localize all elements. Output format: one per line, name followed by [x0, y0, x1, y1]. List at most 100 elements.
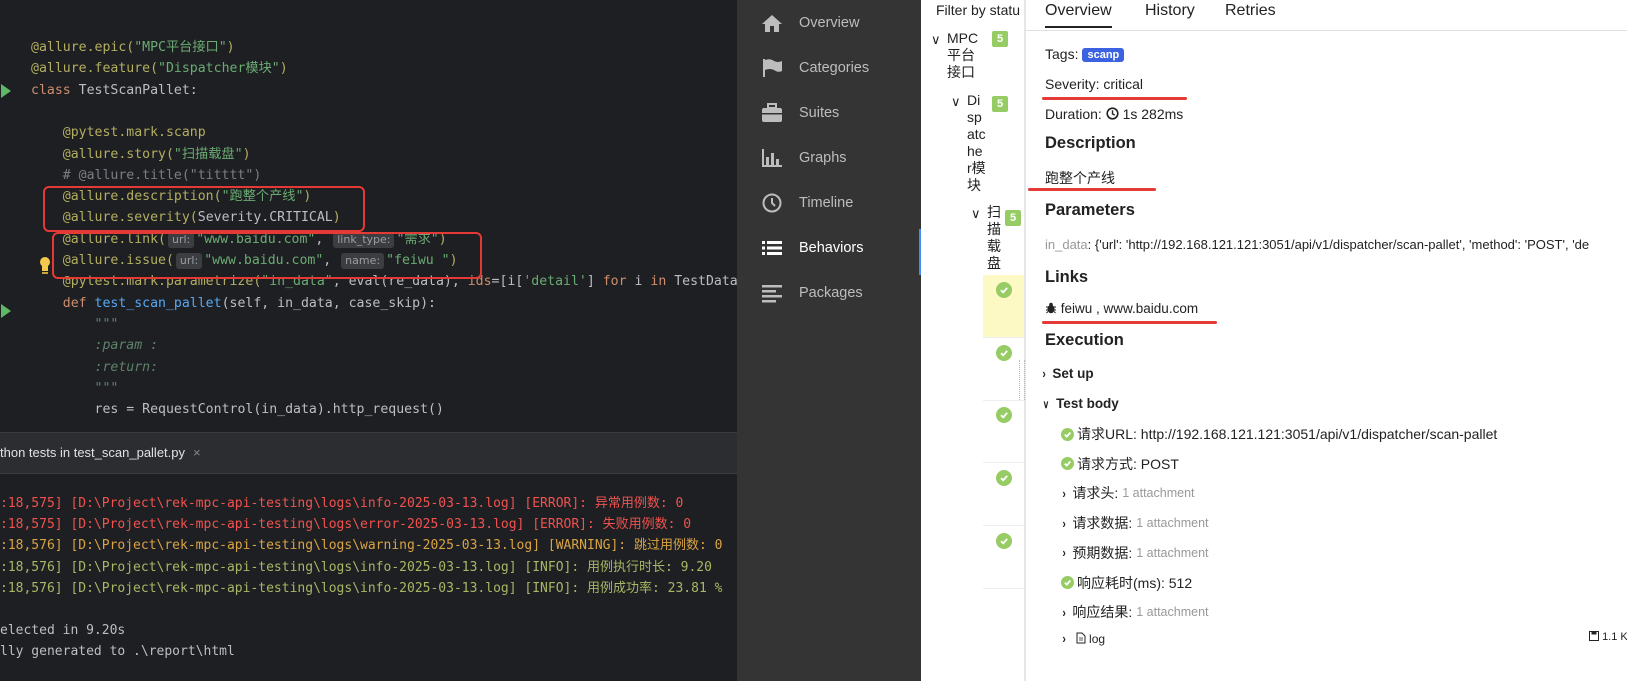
- code-token: ]: [586, 274, 603, 290]
- code-line[interactable]: @allure.feature("Dispatcher模块"): [31, 58, 288, 80]
- links-row: feiwu , www.baidu.com: [1045, 301, 1198, 316]
- step-passed[interactable]: 响应耗时(ms): 512: [1061, 573, 1192, 593]
- run-class-gutter-icon[interactable]: [1, 84, 11, 98]
- console-output[interactable]: :18,575] [D:\Project\rek-mpc-api-testing…: [0, 474, 737, 681]
- step-label: 请求URL: http://192.168.121.121:3051/api/v…: [1077, 426, 1498, 442]
- test-result-row[interactable]: [983, 275, 1024, 338]
- annotation-underline-description: [1028, 188, 1156, 191]
- step-label: 请求数据:: [1072, 515, 1133, 532]
- step-attachment[interactable]: › 请求数据: 1 attachment: [1061, 513, 1209, 533]
- tags-row: Tags: scanp: [1045, 46, 1125, 62]
- code-line[interactable]: """: [31, 378, 119, 400]
- step-passed[interactable]: 请求URL: http://192.168.121.121:3051/api/v…: [1061, 424, 1497, 444]
- chevron-down-icon[interactable]: ∨: [971, 206, 981, 222]
- status-filter[interactable]: Filter by statu: [936, 2, 1020, 18]
- save-icon: [1589, 631, 1599, 641]
- attachment-count: 1 attachment: [1136, 516, 1209, 531]
- allure-sidebar: Overview Categories Suites Graphs Timeli…: [737, 0, 921, 681]
- code-line[interactable]: @pytest.mark.scanp: [31, 122, 206, 144]
- step-attachment[interactable]: › 请求头: 1 attachment: [1061, 483, 1195, 503]
- duration-row: Duration: 1s 282ms: [1045, 106, 1183, 122]
- setup-section[interactable]: › Set up: [1041, 366, 1093, 381]
- description-text: 跑整个产线: [1045, 170, 1115, 186]
- code-token: class: [31, 82, 79, 98]
- tab-history[interactable]: History: [1145, 2, 1195, 20]
- attachment-count: 1 attachment: [1136, 605, 1209, 620]
- code-token: @allure.feature(: [31, 61, 159, 77]
- chevron-right-icon: ›: [1062, 631, 1066, 646]
- step-label: 预期数据:: [1072, 544, 1133, 561]
- nav-item-label: Categories: [799, 60, 870, 76]
- testbody-section[interactable]: ∨ Test body: [1041, 396, 1119, 411]
- code-token: TestScanPallet:: [78, 82, 198, 98]
- bar-chart-icon: [759, 146, 785, 170]
- code-token: test_scan_pallet: [94, 295, 222, 311]
- step-attachment[interactable]: › 预期数据: 1 attachment: [1061, 543, 1209, 563]
- nav-item-label: Packages: [799, 285, 863, 301]
- passed-check-icon: [996, 533, 1012, 549]
- nav-item-label: Suites: [799, 105, 840, 121]
- test-result-row[interactable]: [983, 400, 1024, 463]
- run-test-gutter-icon[interactable]: [1, 304, 11, 318]
- step-passed[interactable]: 请求方式: POST: [1061, 454, 1179, 474]
- code-line[interactable]: :return:: [31, 357, 159, 379]
- chevron-down-icon[interactable]: ∨: [951, 94, 961, 110]
- nav-item-behaviors[interactable]: Behaviors: [737, 225, 921, 271]
- chevron-right-icon: ›: [1062, 545, 1066, 561]
- code-line[interactable]: @allure.epic("MPC平台接口"): [31, 37, 235, 59]
- passed-check-icon: [996, 282, 1012, 298]
- code-line[interactable]: def test_scan_pallet(self, in_data, case…: [31, 293, 436, 315]
- align-left-icon: [759, 281, 785, 305]
- nav-item-categories[interactable]: Categories: [737, 45, 921, 91]
- code-line[interactable]: class TestScanPallet:: [31, 80, 198, 102]
- attachment-count: 1 attachment: [1136, 545, 1209, 560]
- tree-node-story[interactable]: 扫 描 载 盘: [987, 204, 1001, 272]
- code-line[interactable]: """: [31, 314, 119, 336]
- lightbulb-icon[interactable]: [38, 256, 52, 274]
- code-token: "MPC平台接口": [134, 40, 227, 55]
- close-icon[interactable]: ×: [193, 445, 201, 460]
- ide-window: @allure.epic("MPC平台接口") @allure.feature("…: [0, 0, 737, 681]
- tab-retries[interactable]: Retries: [1225, 2, 1276, 20]
- tab-overview[interactable]: Overview: [1045, 2, 1112, 28]
- detail-tabs: Overview History Retries: [1026, 0, 1627, 31]
- test-result-row[interactable]: [983, 526, 1024, 589]
- passed-check-icon: [1061, 427, 1074, 441]
- nav-item-graphs[interactable]: Graphs: [737, 135, 921, 181]
- passed-check-icon: [996, 345, 1012, 361]
- count-badge: 5: [992, 96, 1008, 112]
- passed-check-icon: [996, 407, 1012, 423]
- code-line[interactable]: # @allure.title("titttt"): [31, 165, 262, 187]
- run-tab[interactable]: thon tests in test_scan_pallet.py ×: [0, 445, 201, 460]
- test-result-row[interactable]: [983, 463, 1024, 526]
- log-attachment[interactable]: › log: [1061, 631, 1105, 646]
- console-line: :18,576] [D:\Project\rek-mpc-api-testing…: [0, 580, 723, 596]
- console-line: :18,576] [D:\Project\rek-mpc-api-testing…: [0, 538, 723, 554]
- log-size-value: 1.1 K: [1602, 631, 1627, 643]
- nav-item-timeline[interactable]: Timeline: [737, 180, 921, 226]
- code-token: def: [62, 295, 95, 311]
- nav-item-suites[interactable]: Suites: [737, 90, 921, 136]
- annotation-box-link-issue: [52, 232, 482, 279]
- nav-item-overview[interactable]: Overview: [737, 0, 921, 46]
- attachment-count: 1 attachment: [1122, 486, 1195, 501]
- list-icon: [759, 236, 785, 260]
- tree-node-epic[interactable]: MPC 平台 接口: [947, 30, 978, 81]
- code-line[interactable]: res = RequestControl(in_data).http_reque…: [31, 399, 444, 421]
- step-attachment[interactable]: › 响应结果: 1 attachment: [1061, 602, 1209, 622]
- test-detail-pane: Overview History Retries Tags: scanp Seve…: [1025, 0, 1627, 681]
- chevron-down-icon[interactable]: ∨: [931, 32, 941, 48]
- issue-link[interactable]: feiwu , www.baidu.com: [1061, 301, 1198, 316]
- code-line[interactable]: :param :: [31, 335, 159, 357]
- code-token: "Dispatcher模块": [158, 61, 280, 77]
- code-token: (self, in_data, case_skip):: [221, 295, 436, 311]
- tree-node-feature[interactable]: Di sp atc he r模 块: [967, 92, 986, 194]
- code-line[interactable]: @allure.story("扫描载盘"): [31, 144, 251, 166]
- console-line: :18,576] [D:\Project\rek-mpc-api-testing…: [0, 559, 712, 575]
- code-editor[interactable]: @allure.epic("MPC平台接口") @allure.feature("…: [0, 0, 737, 432]
- nav-item-packages[interactable]: Packages: [737, 270, 921, 316]
- console-line: :18,575] [D:\Project\rek-mpc-api-testing…: [0, 496, 684, 511]
